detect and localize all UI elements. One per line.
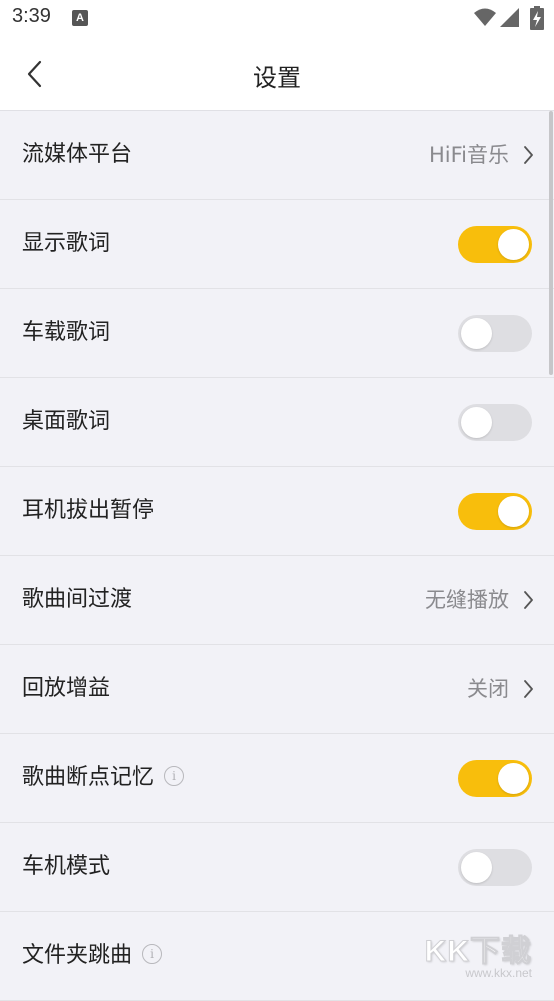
setting-row-replay-gain[interactable]: 回放增益 关闭 (0, 645, 554, 734)
setting-value: 无缝播放 (425, 588, 509, 612)
setting-row-headphone-pause: 耳机拔出暂停 (0, 467, 554, 556)
chevron-right-icon (524, 591, 533, 609)
page-title: 设置 (253, 64, 301, 92)
setting-value: 关闭 (467, 677, 509, 701)
toggle-knob (461, 318, 492, 349)
setting-row-desktop-lyrics: 桌面歌词 (0, 378, 554, 467)
setting-label: 流媒体平台 (22, 142, 133, 167)
show-lyrics-toggle[interactable] (458, 226, 532, 263)
setting-label-with-info: 歌曲断点记忆 i (22, 734, 185, 822)
setting-label: 耳机拔出暂停 (22, 498, 155, 523)
toggle-knob (498, 229, 529, 260)
setting-label: 歌曲间过渡 (22, 587, 133, 612)
desktop-lyrics-toggle[interactable] (458, 404, 532, 441)
car-lyrics-toggle[interactable] (458, 315, 532, 352)
setting-row-car-lyrics: 车载歌词 (0, 289, 554, 378)
setting-label: 显示歌词 (22, 231, 111, 256)
setting-label: 桌面歌词 (22, 409, 111, 434)
status-time: 3:39 (12, 5, 51, 27)
battery-charging-icon (530, 6, 544, 34)
car-mode-toggle[interactable] (458, 849, 532, 886)
wifi-icon (474, 8, 496, 32)
setting-label: 歌曲断点记忆 (22, 765, 155, 790)
setting-label: 车机模式 (22, 854, 111, 879)
setting-label: 文件夹跳曲 (22, 943, 133, 968)
toggle-knob (461, 407, 492, 438)
chevron-right-icon (524, 680, 533, 698)
status-bar: 3:39 A (0, 0, 554, 38)
header: 设置 (0, 38, 554, 111)
chevron-right-icon (524, 146, 533, 164)
scrollbar[interactable] (549, 111, 553, 375)
setting-row-car-mode: 车机模式 (0, 823, 554, 912)
info-icon[interactable]: i (164, 766, 185, 786)
toggle-knob (498, 496, 529, 527)
setting-label-with-info: 文件夹跳曲 i (22, 912, 163, 1000)
signal-icon (500, 8, 520, 32)
toggle-knob (498, 763, 529, 794)
setting-label: 车载歌词 (22, 320, 111, 345)
setting-label: 回放增益 (22, 676, 111, 701)
setting-row-folder-skip[interactable]: 文件夹跳曲 i (0, 912, 554, 1001)
setting-row-resume-position: 歌曲断点记忆 i (0, 734, 554, 823)
setting-row-streaming-platform[interactable]: 流媒体平台 HiFi音乐 (0, 111, 554, 200)
setting-row-song-transition[interactable]: 歌曲间过渡 无缝播放 (0, 556, 554, 645)
setting-value: HiFi音乐 (428, 143, 509, 167)
resume-position-toggle[interactable] (458, 760, 532, 797)
notification-a-icon: A (72, 10, 88, 26)
headphone-pause-toggle[interactable] (458, 493, 532, 530)
setting-row-show-lyrics: 显示歌词 (0, 200, 554, 289)
info-icon[interactable]: i (142, 944, 163, 964)
toggle-knob (461, 852, 492, 883)
settings-list: 流媒体平台 HiFi音乐 显示歌词 车载歌词 桌面歌词 耳机拔出暂停 歌曲间过渡… (0, 111, 554, 1001)
